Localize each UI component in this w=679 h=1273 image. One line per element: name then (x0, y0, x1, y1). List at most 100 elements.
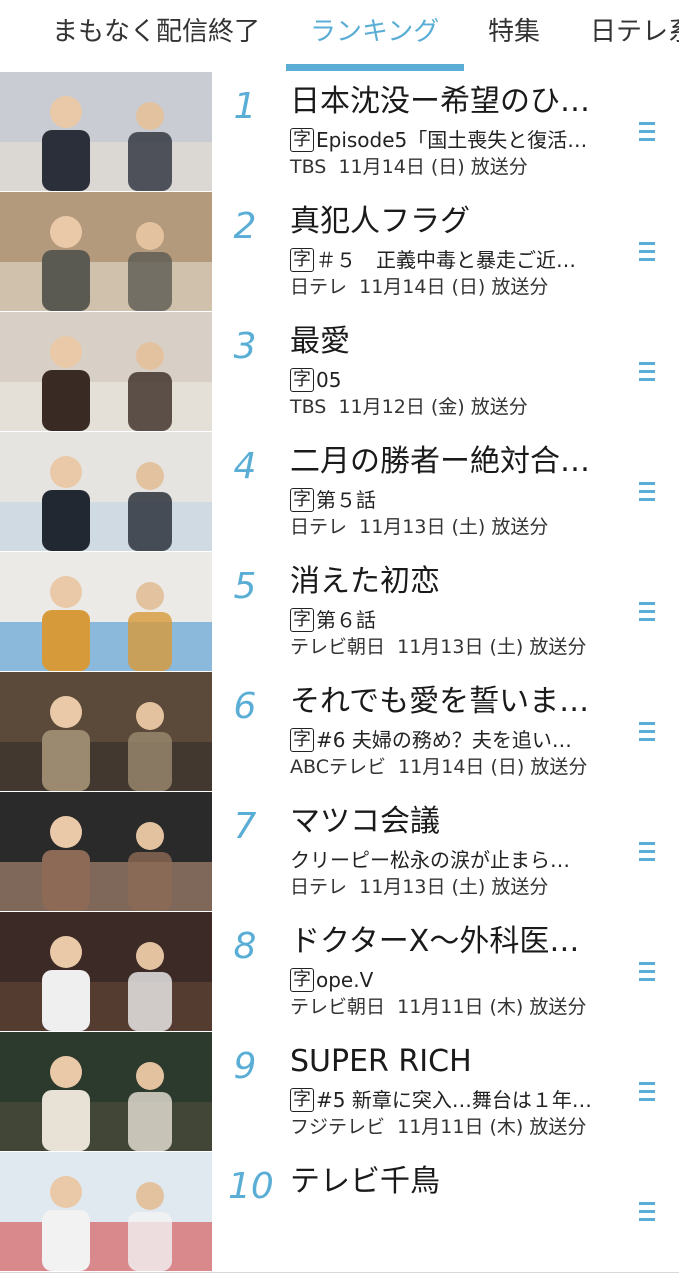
ranking-row[interactable]: 9 SUPER RICH 字 #5 新章に突入…舞台は１年… フジテレビ 11月1… (0, 1032, 679, 1153)
episode-subtitle: クリーピー松永の涙が止まら… (290, 846, 620, 874)
tab-ending-soon[interactable]: まもなく配信終了 (52, 14, 260, 50)
program-title[interactable]: 日本沈没ー希望のひ… (290, 82, 620, 122)
ranking-row[interactable]: 6 それでも愛を誓いま… 字 #6 夫婦の務め？夫を追い… ABCテレビ 11月1… (0, 672, 679, 793)
menu-icon[interactable] (636, 477, 658, 507)
menu-icon[interactable] (636, 837, 658, 867)
rank-number: 8 (233, 926, 257, 967)
rank-number: 2 (233, 206, 257, 247)
menu-icon[interactable] (636, 717, 658, 747)
ranking-row[interactable]: 10 テレビ千鳥 (0, 1152, 679, 1273)
thumbnail-image[interactable] (0, 192, 212, 311)
program-title[interactable]: SUPER RICH (290, 1042, 620, 1082)
broadcast-date: 11月13日 (土) 放送分 (359, 516, 549, 538)
episode-text: 第５話 (316, 488, 376, 512)
broadcast-date: 11月11日 (木) 放送分 (397, 996, 587, 1018)
broadcast-date: 11月14日 (日) 放送分 (338, 156, 528, 178)
ranking-row[interactable]: 8 ドクターX～外科医… 字 ope.V テレビ朝日 11月11日 (木) 放送分 (0, 912, 679, 1033)
broadcast-info: テレビ朝日 11月11日 (木) 放送分 (290, 994, 630, 1020)
menu-icon[interactable] (636, 1077, 658, 1107)
rank-number: 7 (233, 806, 257, 847)
broadcast-date: 11月13日 (土) 放送分 (397, 636, 587, 658)
episode-text: 05 (316, 368, 342, 392)
network-name: テレビ朝日 (290, 996, 386, 1018)
episode-subtitle: 字第６話 (290, 606, 620, 634)
program-title[interactable]: それでも愛を誓いま… (290, 682, 620, 722)
program-title[interactable]: マツコ会議 (290, 802, 620, 842)
episode-subtitle: 字 05 (290, 366, 620, 394)
broadcast-date: 11月14日 (日) 放送分 (398, 756, 588, 778)
program-title[interactable]: 真犯人フラグ (290, 202, 620, 242)
caption-badge: 字 (290, 728, 314, 752)
episode-text: ope.V (316, 968, 374, 992)
broadcast-date: 11月11日 (木) 放送分 (397, 1116, 587, 1138)
thumbnail-image[interactable] (0, 672, 212, 791)
episode-text: クリーピー松永の涙が止まら… (290, 848, 570, 872)
broadcast-info: 日テレ 11月13日 (土) 放送分 (290, 514, 630, 540)
thumbnail-image[interactable] (0, 1032, 212, 1151)
network-name: テレビ朝日 (290, 636, 386, 658)
network-name: TBS (290, 396, 327, 418)
tab-bar: まもなく配信終了 ランキング 特集 日テレ系 (0, 0, 679, 72)
tab-feature[interactable]: 特集 (488, 14, 540, 50)
caption-badge: 字 (290, 248, 314, 272)
broadcast-date: 11月12日 (金) 放送分 (338, 396, 528, 418)
episode-subtitle: 字 #6 夫婦の務め？夫を追い… (290, 726, 620, 754)
broadcast-info: テレビ朝日 11月13日 (土) 放送分 (290, 634, 630, 660)
rank-number: 6 (233, 686, 257, 727)
network-name: 日テレ (290, 516, 348, 538)
broadcast-info: TBS 11月14日 (日) 放送分 (290, 154, 630, 180)
tab-ranking[interactable]: ランキング (310, 14, 439, 50)
ranking-row[interactable]: 5 消えた初恋 字第６話 テレビ朝日 11月13日 (土) 放送分 (0, 552, 679, 673)
broadcast-info: 日テレ 11月13日 (土) 放送分 (290, 874, 630, 900)
program-title[interactable]: テレビ千鳥 (290, 1162, 620, 1202)
rank-number: 3 (233, 326, 257, 367)
menu-icon[interactable] (636, 597, 658, 627)
thumbnail-image[interactable] (0, 432, 212, 551)
caption-badge: 字 (290, 128, 314, 152)
ranking-row[interactable]: 4 二月の勝者ー絶対合… 字第５話 日テレ 11月13日 (土) 放送分 (0, 432, 679, 553)
rank-number: 10 (228, 1166, 274, 1207)
episode-subtitle: 字第５話 (290, 486, 620, 514)
ranking-row[interactable]: 7 マツコ会議 クリーピー松永の涙が止まら… 日テレ 11月13日 (土) 放送… (0, 792, 679, 913)
menu-icon[interactable] (636, 957, 658, 987)
network-name: 日テレ (290, 276, 348, 298)
thumbnail-image[interactable] (0, 1152, 212, 1271)
episode-subtitle: 字＃５ 正義中毒と暴走ご近… (290, 246, 620, 274)
episode-subtitle: 字 Episode5「国土喪失と復活… (290, 126, 620, 154)
episode-subtitle: 字 ope.V (290, 966, 620, 994)
active-tab-indicator (286, 64, 464, 71)
caption-badge: 字 (290, 968, 314, 992)
thumbnail-image[interactable] (0, 312, 212, 431)
broadcast-info: フジテレビ 11月11日 (木) 放送分 (290, 1114, 630, 1140)
ranking-row[interactable]: 3 最愛 字 05 TBS 11月12日 (金) 放送分 (0, 312, 679, 433)
thumbnail-image[interactable] (0, 912, 212, 1031)
program-title[interactable]: 最愛 (290, 322, 620, 362)
rank-number: 5 (233, 566, 257, 607)
program-title[interactable]: 消えた初恋 (290, 562, 620, 602)
menu-icon[interactable] (636, 1197, 658, 1227)
episode-text: ＃５ 正義中毒と暴走ご近… (316, 248, 576, 272)
menu-icon[interactable] (636, 237, 658, 267)
ranking-row[interactable]: 1 日本沈没ー希望のひ… 字 Episode5「国土喪失と復活… TBS 11月1… (0, 72, 679, 193)
broadcast-info: ABCテレビ 11月14日 (日) 放送分 (290, 754, 630, 780)
episode-text: Episode5「国土喪失と復活… (316, 128, 588, 152)
episode-subtitle: 字 #5 新章に突入…舞台は１年… (290, 1086, 620, 1114)
ranking-row[interactable]: 2 真犯人フラグ 字＃５ 正義中毒と暴走ご近… 日テレ 11月14日 (日) 放… (0, 192, 679, 313)
network-name: フジテレビ (290, 1116, 386, 1138)
program-title[interactable]: ドクターX～外科医… (290, 922, 620, 962)
program-title[interactable]: 二月の勝者ー絶対合… (290, 442, 620, 482)
rank-number: 9 (233, 1046, 257, 1087)
broadcast-info: TBS 11月12日 (金) 放送分 (290, 394, 630, 420)
caption-badge: 字 (290, 368, 314, 392)
rank-number: 4 (233, 446, 257, 487)
thumbnail-image[interactable] (0, 72, 212, 191)
menu-icon[interactable] (636, 117, 658, 147)
network-name: 日テレ (290, 876, 348, 898)
menu-icon[interactable] (636, 357, 658, 387)
tab-ntv[interactable]: 日テレ系 (590, 14, 679, 50)
thumbnail-image[interactable] (0, 552, 212, 671)
caption-badge: 字 (290, 1088, 314, 1112)
episode-text: #5 新章に突入…舞台は１年… (316, 1088, 592, 1112)
network-name: ABCテレビ (290, 756, 386, 778)
thumbnail-image[interactable] (0, 792, 212, 911)
